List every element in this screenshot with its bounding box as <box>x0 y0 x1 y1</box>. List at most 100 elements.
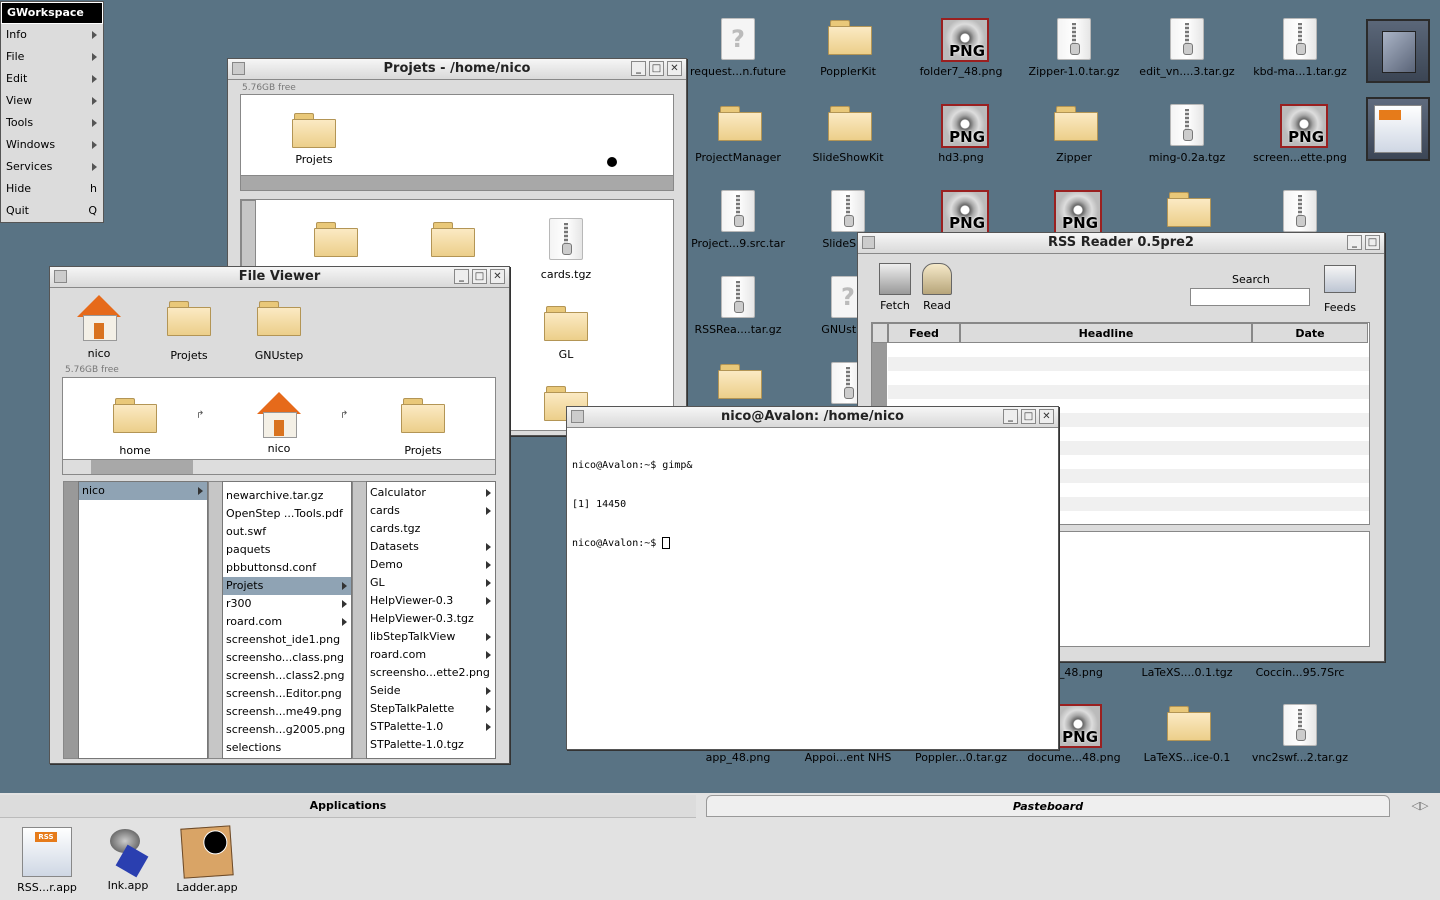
desktop-icon[interactable] <box>1245 190 1355 234</box>
browser-row[interactable]: pbbuttonsd.conf <box>223 559 351 577</box>
desktop-icon[interactable]: ? request...n.future <box>683 18 793 78</box>
browser-row[interactable]: HelpViewer-0.3.tgz <box>367 610 495 628</box>
read-button[interactable]: Read <box>918 263 956 312</box>
desktop-icon[interactable]: kbd-ma...1.tar.gz <box>1245 18 1355 78</box>
browser-row[interactable]: r300 <box>223 595 351 613</box>
menu-item-info[interactable]: Info <box>1 24 103 46</box>
workspace-dock-icon[interactable] <box>1366 19 1430 83</box>
desktop-icon[interactable]: PopplerKit <box>793 18 903 78</box>
desktop-icon[interactable]: PNG hd3.png <box>906 104 1016 164</box>
zoom-button[interactable]: □ <box>1021 409 1036 424</box>
browser-row[interactable]: StepTalkPalette <box>367 700 495 718</box>
rss-app-icon[interactable]: RSS RSS...r.app <box>11 827 83 894</box>
menu-item-windows[interactable]: Windows <box>1 134 103 156</box>
browser-row[interactable]: Demo <box>367 556 495 574</box>
applications-tab[interactable]: Applications <box>0 795 696 818</box>
feeds-button[interactable]: Feeds <box>1324 265 1356 314</box>
menu-title[interactable]: GWorkspace <box>1 2 103 24</box>
desktop-icon[interactable]: PNG folder7_48.png <box>906 18 1016 78</box>
browser-row[interactable]: Datasets <box>367 538 495 556</box>
desktop-icon[interactable]: Project...9.src.tar <box>683 190 793 250</box>
desktop-icon[interactable]: SlideShowKit <box>793 104 903 164</box>
zoom-button[interactable]: □ <box>1365 235 1380 250</box>
minimize-button[interactable]: _ <box>1003 409 1018 424</box>
browser-row[interactable]: roard.com <box>367 646 495 664</box>
desktop-icon[interactable] <box>1132 190 1242 234</box>
minimize-button[interactable]: _ <box>1347 235 1362 250</box>
menu-item-hide[interactable]: Hide h <box>1 178 103 200</box>
terminal-output[interactable]: nico@Avalon:~$ gimp& [1] 14450 nico@Aval… <box>572 433 1052 743</box>
feed-column-header[interactable]: Feed <box>888 323 960 343</box>
date-column-header[interactable]: Date <box>1252 323 1368 343</box>
close-button[interactable]: ✕ <box>490 269 505 284</box>
browser-row[interactable]: Calculator <box>367 484 495 502</box>
menu-item-view[interactable]: View <box>1 90 103 112</box>
close-button[interactable]: ✕ <box>667 61 682 76</box>
path-icon[interactable]: home <box>100 396 170 457</box>
browser-row[interactable]: STPalette-1.0.tgz <box>367 736 495 754</box>
fileviewer-titlebar[interactable]: File Viewer _ □ ✕ <box>50 267 509 288</box>
menu-item-quit[interactable]: Quit Q <box>1 200 103 222</box>
path-icon[interactable]: nico <box>244 392 314 455</box>
terminal-titlebar[interactable]: nico@Avalon: /home/nico _ □ ✕ <box>567 407 1058 428</box>
browser-row[interactable]: nico <box>79 482 207 500</box>
menu-item-file[interactable]: File <box>1 46 103 68</box>
path-icon[interactable]: Projets <box>388 396 458 457</box>
ladder-app-icon[interactable]: Ladder.app <box>171 825 243 894</box>
shelf-icon[interactable]: Projets <box>154 299 224 362</box>
shelf-icon[interactable]: GNUstep <box>244 299 314 362</box>
browser-row[interactable]: screensh...class2.png <box>223 667 351 685</box>
desktop-icon[interactable]: ProjectManager <box>683 104 793 164</box>
desktop-icon[interactable]: LaTeXS...ice-0.1 <box>1132 704 1242 764</box>
browser-row[interactable]: libStepTalkView <box>367 628 495 646</box>
zoom-button[interactable]: □ <box>472 269 487 284</box>
browser-row[interactable]: STPalette-1.0 <box>367 718 495 736</box>
close-button[interactable]: ✕ <box>1039 409 1054 424</box>
desktop-icon[interactable]: vnc2swf...2.tar.gz <box>1245 704 1355 764</box>
resize-dot[interactable] <box>607 157 617 167</box>
path-folder[interactable]: Projets <box>279 111 349 166</box>
browser-row[interactable]: screensho...class.png <box>223 649 351 667</box>
browser-row[interactable]: screensh...me49.png <box>223 703 351 721</box>
browser-row[interactable]: Seide <box>367 682 495 700</box>
browser-row[interactable]: screensho...ette2.png <box>367 664 495 682</box>
browser-row[interactable]: newarchive.tar.gz <box>223 487 351 505</box>
zoom-button[interactable]: □ <box>649 61 664 76</box>
desktop-icon[interactable] <box>683 362 793 406</box>
minimize-button[interactable]: _ <box>631 61 646 76</box>
search-input[interactable] <box>1190 288 1310 306</box>
desktop-icon[interactable]: PNG screen...ette.png <box>1245 104 1355 164</box>
menu-item-tools[interactable]: Tools <box>1 112 103 134</box>
pasteboard-tab[interactable]: Pasteboard <box>706 795 1390 817</box>
browser-row[interactable]: Projets <box>223 577 351 595</box>
menu-item-edit[interactable]: Edit <box>1 68 103 90</box>
path-scrollbar[interactable] <box>62 459 496 475</box>
file-icon[interactable]: cards.tgz <box>531 218 601 281</box>
browser-row[interactable]: screensh...Editor.png <box>223 685 351 703</box>
browser-row[interactable]: OpenStep ...Tools.pdf <box>223 505 351 523</box>
desktop-icon[interactable]: ming-0.2a.tgz <box>1132 104 1242 164</box>
ink-app-icon[interactable]: Ink.app <box>92 827 164 892</box>
browser-row[interactable]: roard.com <box>223 613 351 631</box>
headline-column-header[interactable]: Headline <box>960 323 1252 343</box>
desktop-icon[interactable]: PNG <box>906 190 1016 234</box>
tab-scroll-arrows[interactable]: ◁▷ <box>1400 795 1440 817</box>
file-icon[interactable] <box>301 220 371 264</box>
desktop-icon[interactable]: PNG <box>1019 190 1129 234</box>
desktop-icon[interactable]: Zipper-1.0.tar.gz <box>1019 18 1129 78</box>
fetch-button[interactable]: Fetch <box>876 263 914 312</box>
browser-row[interactable]: HelpViewer-0.3 <box>367 592 495 610</box>
file-icon[interactable]: GL <box>531 304 601 361</box>
browser-row[interactable]: screensh...g2005.png <box>223 721 351 739</box>
menu-item-services[interactable]: Services <box>1 156 103 178</box>
shelf-icon[interactable]: nico <box>64 295 134 360</box>
browser-row[interactable]: cards <box>367 502 495 520</box>
desktop-icon[interactable]: edit_vn....3.tar.gz <box>1132 18 1242 78</box>
browser-row[interactable]: screenshot_ide1.png <box>223 631 351 649</box>
browser-row[interactable]: GL <box>367 574 495 592</box>
desktop-icon[interactable]: Zipper <box>1019 104 1129 164</box>
path-scrollbar[interactable] <box>240 175 674 191</box>
minimize-button[interactable]: _ <box>454 269 469 284</box>
browser-row[interactable]: paquets <box>223 541 351 559</box>
rss-dock-icon[interactable] <box>1366 97 1430 161</box>
